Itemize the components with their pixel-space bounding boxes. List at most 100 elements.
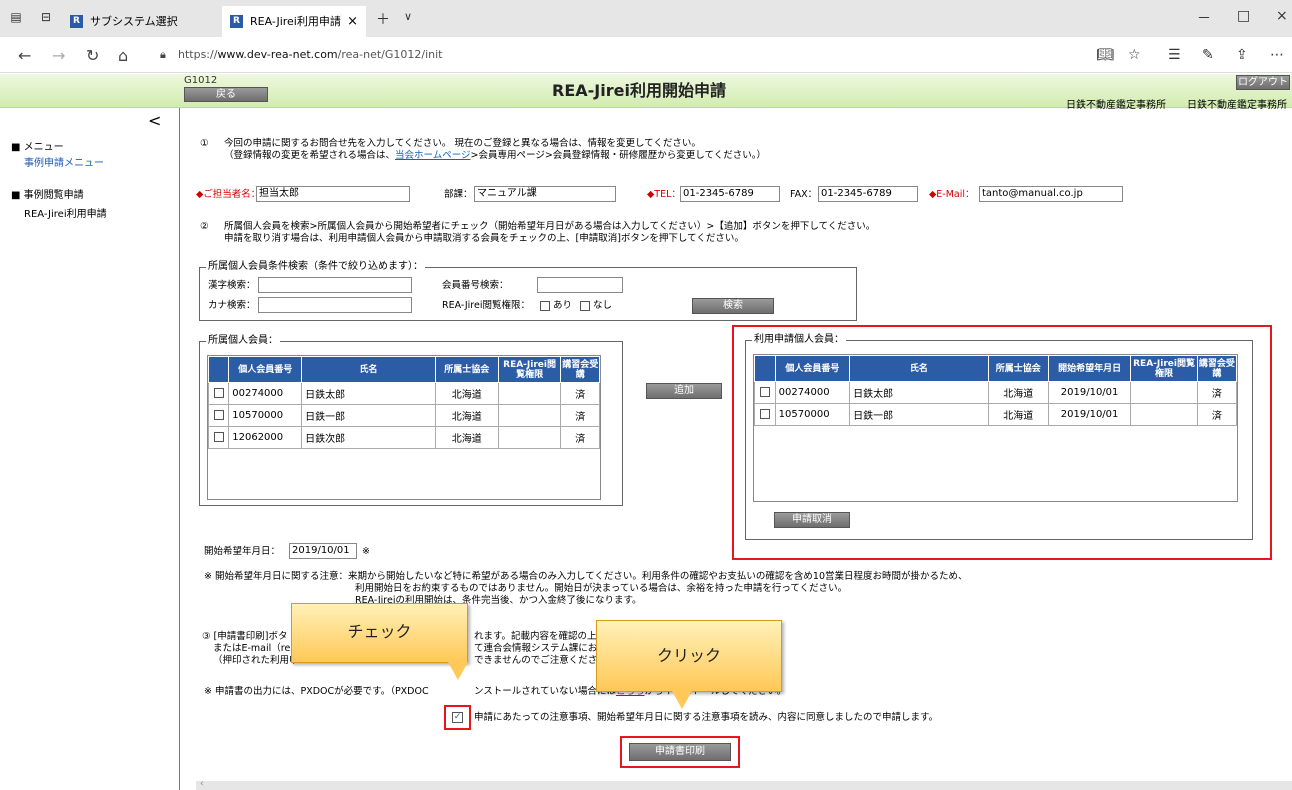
reading-view-icon[interactable]: 📖︎: [1096, 47, 1114, 63]
scroll-left-icon[interactable]: ‹: [200, 779, 204, 789]
tel-label: ◆TEL：: [647, 189, 681, 200]
home-icon[interactable]: ⌂: [118, 46, 128, 65]
fax-label: FAX：: [790, 189, 818, 200]
page-header: G1012 戻る REA-Jirei利用開始申請 ログアウト 日鉄不動産鑑定事務…: [0, 74, 1292, 111]
collapse-chevron-icon[interactable]: <: [148, 111, 161, 130]
row-checkbox[interactable]: [213, 432, 224, 442]
col-assoc: 所属士協会: [434, 356, 499, 383]
col-member-no: 個人会員番号: [228, 356, 303, 383]
step2-line2: 申請を取り消す場合は、利用申請個人会員から申請取消する会員をチェックの上、[申請…: [224, 233, 744, 244]
sidebar-item-rea-apply[interactable]: REA-Jirei利用申請: [24, 205, 107, 220]
url-field[interactable]: https://www.dev-rea-net.com/rea-net/G101…: [178, 48, 443, 61]
members-fieldset: 所属個人会員： 個人会員番号 氏名 所属士協会 REA-Jirei閲覧権限 講習…: [199, 335, 623, 506]
row-checkbox[interactable]: [759, 387, 770, 397]
click-callout-tail: [672, 691, 692, 709]
dept-field[interactable]: マニュアル課: [474, 186, 616, 202]
sidebar-heading-browse: ■ 事例閲覧申請: [11, 190, 84, 201]
tab-subsystem[interactable]: R サブシステム選択: [62, 6, 212, 37]
app-icon: R: [70, 15, 83, 28]
share-icon[interactable]: ⇪: [1236, 47, 1248, 63]
tab-group-icon[interactable]: ▤: [8, 9, 24, 25]
step3-line2b: て連合会情報システム課にお: [474, 643, 598, 654]
nashi-checkbox[interactable]: [580, 300, 590, 311]
col-rea-perm: REA-Jirei閲覧権限: [1130, 355, 1198, 382]
back-button[interactable]: 戻る: [184, 87, 268, 102]
perm-nashi-option[interactable]: なし: [580, 300, 612, 312]
page-title: REA-Jirei利用開始申請: [552, 81, 726, 100]
person-label: ◆ご担当者名：: [196, 189, 261, 200]
kana-search-input[interactable]: [258, 297, 412, 313]
col-course: 講習会受講: [1196, 355, 1238, 382]
row-checkbox[interactable]: [759, 409, 770, 419]
tab-label: サブシステム選択: [90, 15, 178, 28]
member-no-search-input[interactable]: [537, 277, 623, 293]
sidebar-item-case-menu[interactable]: 事例申請メニュー: [24, 154, 104, 169]
address-bar: ← → ↻ ⌂ 🔒︎ https://www.dev-rea-net.com/r…: [0, 37, 1292, 73]
tab-list-icon[interactable]: ∨: [404, 10, 412, 23]
step1-line1: 今回の申請に関するお問合せ先を入力してください。 現在のご登録と異なる場合は、情…: [224, 138, 701, 149]
email-field[interactable]: tanto@manual.co.jp: [979, 186, 1123, 202]
step2-number: ②: [200, 221, 209, 232]
browser-tab-bar: ▤ ⊟ R サブシステム選択 R REA-Jirei利用申請 × ＋ ∨ － □…: [0, 0, 1292, 37]
email-label: ◆E-Mail：: [929, 189, 975, 200]
back-arrow-icon[interactable]: ←: [18, 46, 31, 65]
agree-checkbox[interactable]: ✓: [452, 712, 463, 723]
members-legend: 所属個人会員：: [206, 335, 280, 347]
row-checkbox[interactable]: [213, 388, 224, 398]
row-checkbox[interactable]: [213, 410, 224, 420]
add-button[interactable]: 追加: [646, 383, 722, 399]
start-date-label: 開始希望年月日：: [204, 546, 281, 557]
kanji-search-input[interactable]: [258, 277, 412, 293]
ari-checkbox[interactable]: [540, 300, 550, 311]
new-tab-icon[interactable]: ＋: [376, 9, 390, 29]
start-date-input[interactable]: 2019/10/01: [289, 543, 357, 559]
window-close-icon[interactable]: ×: [1276, 8, 1288, 24]
horizontal-scrollbar[interactable]: ‹: [196, 779, 1292, 790]
col-rea-perm: REA-Jirei閲覧権限: [497, 356, 562, 383]
perm-ari-option[interactable]: あり: [540, 300, 572, 312]
search-button[interactable]: 検索: [692, 298, 774, 314]
lock-icon: 🔒︎: [160, 48, 166, 61]
refresh-icon[interactable]: ↻: [86, 46, 99, 65]
step3-line1b: れます。記載内容を確認の上: [474, 631, 597, 642]
person-name-field[interactable]: 担当太郎: [256, 186, 410, 202]
col-start-date: 開始希望年月日: [1047, 355, 1132, 382]
agree-label: 申請にあたっての注意事項、開始希望年月日に関する注意事項を読み、内容に同意しまし…: [474, 712, 939, 723]
col-member-no: 個人会員番号: [774, 355, 851, 382]
pen-icon[interactable]: ✎: [1202, 47, 1214, 63]
dept-label: 部課：: [444, 189, 473, 200]
forward-arrow-icon[interactable]: →: [52, 46, 65, 65]
applicants-legend: 利用申請個人会員：: [752, 334, 846, 346]
step1-number: ①: [200, 138, 209, 149]
cancel-application-button[interactable]: 申請取消: [774, 512, 850, 528]
rea-perm-label: REA-Jirei閲覧権限：: [442, 300, 530, 311]
members-table: 個人会員番号 氏名 所属士協会 REA-Jirei閲覧権限 講習会受講 0027…: [207, 356, 600, 449]
search-legend: 所属個人会員条件検索（条件で絞り込めます）：: [206, 261, 425, 273]
notice-line1: ※ 開始希望年月日に関する注意：来期から開始したいなど特に希望がある場合のみ入力…: [204, 571, 968, 582]
print-application-button[interactable]: 申請書印刷: [629, 743, 731, 761]
association-homepage-link[interactable]: 当会ホームページ: [395, 150, 471, 161]
org-name-2: 日鉄不動産鑑定事務所: [1187, 100, 1287, 111]
logout-button[interactable]: ログアウト: [1236, 75, 1290, 90]
favorites-list-icon[interactable]: ☰: [1168, 47, 1181, 63]
click-callout: クリック: [596, 620, 782, 692]
more-icon[interactable]: ⋯: [1270, 47, 1284, 63]
table-row: 10570000 日鉄一郎 北海道 済: [207, 404, 600, 427]
minimize-icon[interactable]: －: [1197, 8, 1211, 28]
org-name: 日鉄不動産鑑定事務所: [1066, 100, 1166, 111]
check-callout-tail: [448, 662, 468, 680]
favorite-star-icon[interactable]: ☆: [1128, 47, 1141, 63]
table-row: 00274000 日鉄太郎 北海道 2019/10/01 済: [754, 381, 1238, 404]
tab-back-icon[interactable]: ⊟: [38, 9, 54, 25]
maximize-icon[interactable]: □: [1237, 8, 1250, 24]
col-assoc: 所属士協会: [987, 355, 1049, 382]
tab-label: REA-Jirei利用申請: [250, 15, 341, 28]
sidebar-heading-menu: ■ メニュー: [11, 142, 64, 153]
close-tab-icon[interactable]: ×: [347, 6, 358, 37]
step1-line2: （登録情報の変更を希望される場合は、当会ホームページ>会員専用ページ>会員登録情…: [224, 150, 766, 161]
table-row: 10570000 日鉄一郎 北海道 2019/10/01 済: [754, 403, 1238, 426]
pxdoc-note-a: ※ 申請書の出力には、PXDOCが必要です。（PXDOC: [204, 686, 429, 697]
fax-field[interactable]: 01-2345-6789: [818, 186, 918, 202]
tab-rea-jirei[interactable]: R REA-Jirei利用申請 ×: [222, 6, 366, 37]
tel-field[interactable]: 01-2345-6789: [680, 186, 780, 202]
